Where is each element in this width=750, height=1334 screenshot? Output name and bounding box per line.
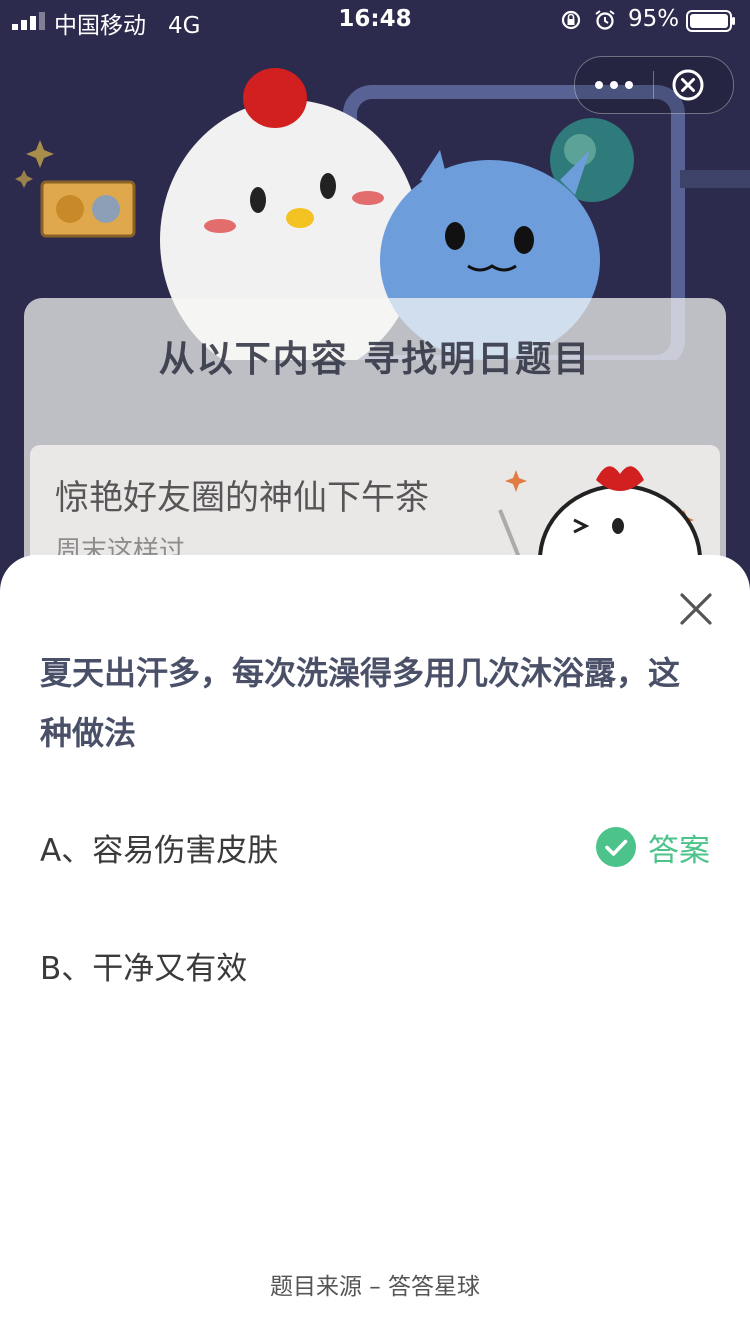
question-source: 题目来源 – 答答星球 [269,1274,481,1300]
battery-icon [686,10,735,32]
answer-label: 答案 [648,832,710,869]
question-text: 夏天出汗多，每次洗澡得多用几次沐浴露，这种做法 [40,654,681,752]
modal-overlay[interactable] [0,40,750,600]
answer-badge: 答案 [596,823,710,871]
option-b[interactable]: B、干净又有效 [40,935,710,995]
question-sheet: 夏天出汗多，每次洗澡得多用几次沐浴露，这种做法 A、容易伤害皮肤 答案 B、干净… [0,555,750,1334]
option-a[interactable]: A、容易伤害皮肤 答案 [40,817,710,877]
status-bar: 中国移动 4G 16:48 95% [0,0,750,40]
orientation-lock-icon [561,10,581,30]
close-icon[interactable] [676,589,716,629]
option-label: A、容易伤害皮肤 [40,833,279,869]
battery-percent: 95% [628,6,680,32]
alarm-icon [595,10,615,30]
option-label: B、干净又有效 [40,951,248,987]
check-circle-icon [596,827,636,867]
